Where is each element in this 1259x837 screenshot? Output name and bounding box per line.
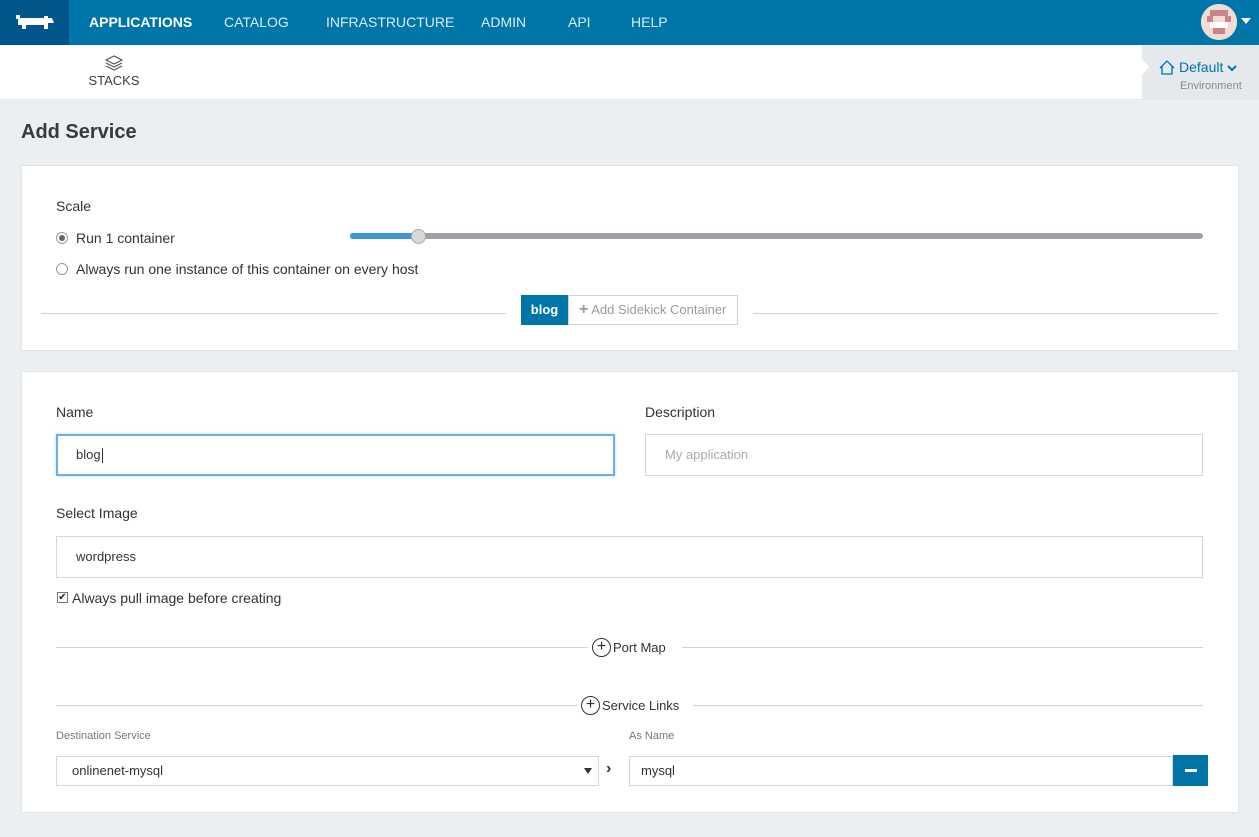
as-name-input[interactable]: mysql bbox=[629, 756, 1173, 786]
pull-image-checkbox[interactable]: ✔ bbox=[57, 592, 68, 603]
avatar-icon bbox=[1201, 4, 1237, 40]
nav-help[interactable]: HELP bbox=[631, 0, 668, 45]
minus-icon bbox=[1184, 769, 1197, 772]
top-nav: APPLICATIONS CATALOG INFRASTRUCTURE ADMI… bbox=[0, 0, 1259, 45]
environment-name: Default bbox=[1179, 59, 1237, 75]
remove-link-button[interactable] bbox=[1173, 755, 1208, 786]
home-icon bbox=[1159, 60, 1175, 75]
description-label: Description bbox=[645, 404, 716, 420]
destination-service-select[interactable]: onlinenet-mysql bbox=[56, 756, 599, 786]
environment-label: Environment bbox=[1180, 80, 1242, 92]
nav-applications[interactable]: APPLICATIONS bbox=[89, 0, 192, 45]
rancher-logo-icon bbox=[15, 14, 54, 29]
plus-circle-icon: + bbox=[581, 695, 600, 715]
port-map-label: Port Map bbox=[613, 639, 666, 655]
nav-api[interactable]: API bbox=[568, 0, 591, 45]
plus-icon: + bbox=[579, 301, 589, 318]
chevron-right-icon: › bbox=[606, 760, 612, 777]
user-avatar[interactable] bbox=[1201, 4, 1237, 40]
scale-slider[interactable] bbox=[350, 233, 1203, 239]
every-host-label[interactable]: Always run one instance of this containe… bbox=[76, 261, 418, 277]
nav-infrastructure[interactable]: INFRASTRUCTURE bbox=[326, 0, 454, 45]
destination-service-value: onlinenet-mysql bbox=[72, 763, 164, 778]
environment-name-text: Default bbox=[1179, 59, 1224, 75]
service-links-label: Service Links bbox=[602, 697, 680, 713]
nav-catalog[interactable]: CATALOG bbox=[224, 0, 289, 45]
name-input[interactable]: blog bbox=[56, 434, 615, 476]
dropdown-caret-icon bbox=[584, 768, 592, 774]
rancher-logo[interactable] bbox=[0, 0, 69, 45]
chevron-down-icon bbox=[1227, 65, 1237, 72]
env-notch bbox=[1142, 59, 1149, 75]
add-sidekick-button[interactable]: + Add Sidekick Container bbox=[568, 295, 738, 325]
image-input[interactable]: wordpress bbox=[56, 536, 1203, 578]
environment-switcher[interactable]: Default Environment bbox=[1142, 45, 1259, 100]
name-label: Name bbox=[56, 404, 94, 420]
radio-run-container[interactable] bbox=[56, 232, 68, 244]
divider bbox=[753, 313, 1218, 314]
page-title: Add Service bbox=[21, 121, 137, 143]
stacks-label: STACKS bbox=[88, 73, 140, 88]
radio-every-host[interactable] bbox=[56, 263, 68, 275]
scale-slider-handle[interactable] bbox=[411, 229, 426, 244]
tab-stacks[interactable]: STACKS bbox=[84, 55, 144, 88]
add-port-map-button[interactable]: + Port Map bbox=[588, 637, 682, 657]
tab-blog[interactable]: blog bbox=[521, 295, 568, 325]
name-input-value: blog bbox=[76, 447, 101, 462]
sub-nav: STACKS bbox=[0, 45, 1259, 100]
add-sidekick-label: Add Sidekick Container bbox=[591, 302, 727, 317]
scale-slider-fill bbox=[350, 233, 418, 239]
select-image-label: Select Image bbox=[56, 505, 138, 521]
pull-image-label[interactable]: Always pull image before creating bbox=[72, 590, 281, 606]
destination-service-label: Destination Service bbox=[56, 730, 151, 742]
text-cursor bbox=[101, 448, 103, 464]
divider bbox=[41, 313, 506, 314]
description-input[interactable]: My application bbox=[645, 434, 1203, 476]
plus-circle-icon: + bbox=[592, 637, 611, 657]
stacks-icon bbox=[105, 55, 123, 71]
chevron-down-icon[interactable] bbox=[1241, 18, 1251, 24]
run-container-label[interactable]: Run 1 container bbox=[76, 230, 175, 246]
add-service-link-button[interactable]: + Service Links bbox=[577, 695, 693, 715]
scale-label: Scale bbox=[56, 198, 92, 214]
as-name-label: As Name bbox=[629, 730, 675, 742]
nav-admin[interactable]: ADMIN bbox=[481, 0, 526, 45]
